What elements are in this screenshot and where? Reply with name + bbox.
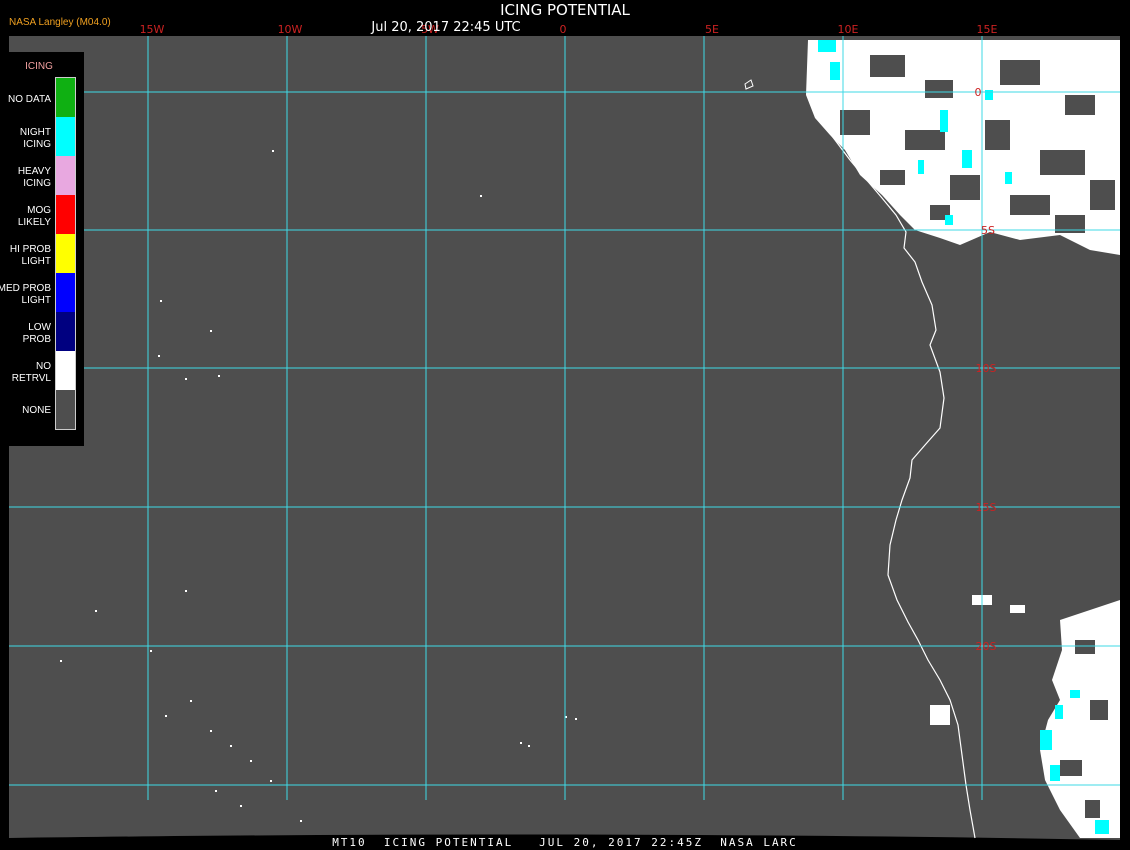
icing-legend: ICING NO DATA NIGHT ICING HEAVY ICING MO… <box>0 52 84 446</box>
legend-label-mog-likely: MOG LIKELY <box>17 205 51 228</box>
legend-label-low-prob: LOW PROB <box>22 322 51 345</box>
legend-swatch-column <box>55 77 76 430</box>
legend-label-no-retrvl: NO RETRVL <box>11 361 51 384</box>
lat-label-20s: 20S <box>976 640 997 653</box>
swatch-heavy-icing <box>56 156 75 195</box>
timestamp: Jul 20, 2017 22:45 UTC <box>371 20 521 35</box>
legend-label-med-prob-light: MED PROB LIGHT <box>0 283 51 306</box>
legend-label-no-data: NO DATA <box>8 94 51 105</box>
lat-label-10s: 10S <box>976 362 997 375</box>
legend-title: ICING <box>25 61 53 72</box>
lat-label-5s: 5S <box>981 224 995 237</box>
product-title: ICING POTENTIAL <box>500 1 630 19</box>
legend-label-none: NONE <box>22 405 51 416</box>
swatch-hi-prob-light <box>56 234 75 273</box>
satellite-map: 15W 10W 5W 0 5E 10E 15E 0 5S 10S 15S 20S <box>0 0 1130 850</box>
footer-caption: MT10 ICING POTENTIAL JUL 20, 2017 22:45Z… <box>332 836 798 849</box>
swatch-mog-likely <box>56 195 75 234</box>
legend-label-hi-prob-light: HI PROB LIGHT <box>9 244 51 267</box>
swatch-no-retrvl <box>56 351 75 390</box>
legend-label-night-icing: NIGHT ICING <box>19 127 51 150</box>
swatch-night-icing <box>56 117 75 156</box>
swatch-med-prob-light <box>56 273 75 312</box>
lat-label-15s: 15S <box>976 501 997 514</box>
swatch-none <box>56 390 75 429</box>
legend-label-heavy-icing: HEAVY ICING <box>17 166 51 189</box>
swatch-no-data <box>56 78 75 117</box>
lat-label-0: 0 <box>975 86 982 99</box>
swatch-low-prob <box>56 312 75 351</box>
lon-label-15e: 15E <box>977 23 998 36</box>
